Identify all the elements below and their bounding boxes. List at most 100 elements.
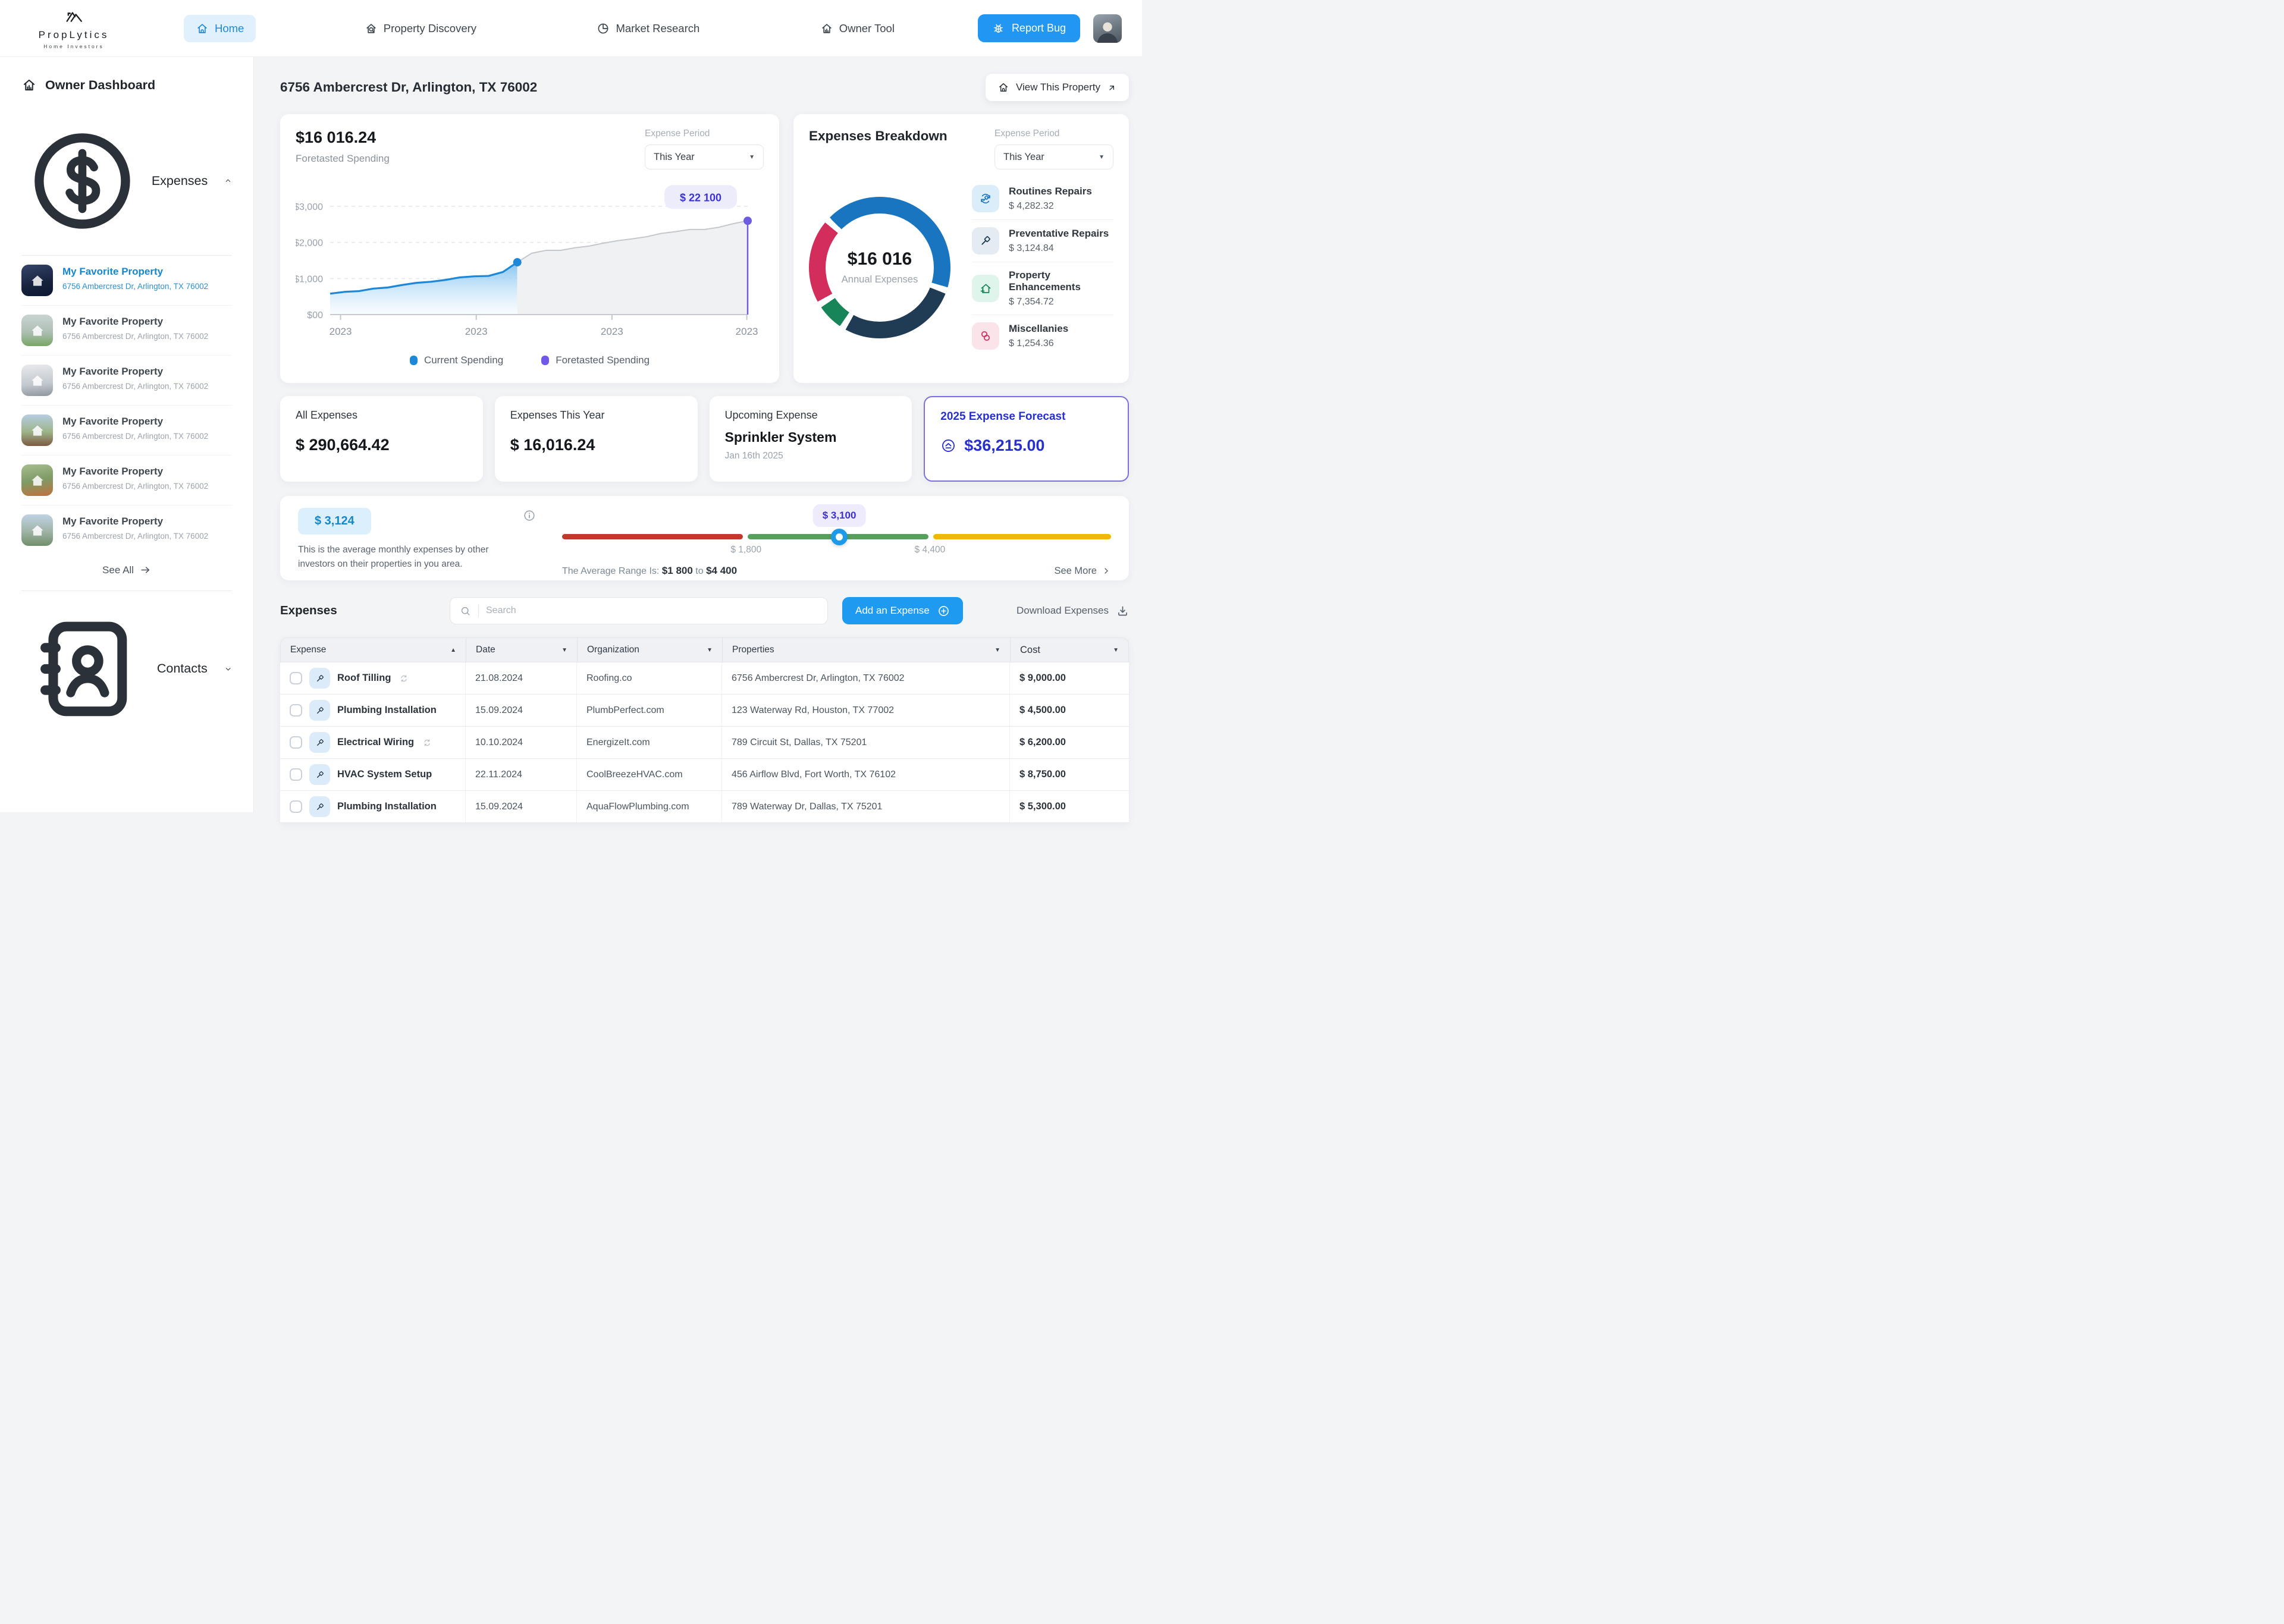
sidebar-section-contacts[interactable]: Contacts xyxy=(21,605,232,733)
range-min-label: $ 1,800 xyxy=(730,545,761,555)
column-header-cost[interactable]: Cost▼ xyxy=(1011,638,1128,662)
nav-owner-tool[interactable]: Owner Tool xyxy=(808,15,906,42)
expense-forecast-card[interactable]: 2025 Expense Forecast $36,215.00 xyxy=(924,396,1129,482)
info-icon[interactable] xyxy=(523,509,536,522)
expenses-donut-chart: $16 016 Annual Expenses xyxy=(809,197,950,338)
legend-current-spending: Current Spending xyxy=(410,354,503,366)
slider-segment xyxy=(933,534,1111,539)
range-slider-handle[interactable] xyxy=(831,529,848,545)
chevron-right-icon xyxy=(1102,566,1111,576)
arrow-right-icon xyxy=(140,564,151,576)
breakdown-item-miscellanies: Miscellanies $ 1,254.36 xyxy=(972,315,1113,357)
sidebar-property-item[interactable]: My Favorite Property 6756 Ambercrest Dr,… xyxy=(21,505,232,555)
download-expenses-button[interactable]: Download Expenses xyxy=(1016,605,1129,617)
svg-text:2023: 2023 xyxy=(601,326,623,337)
search-input[interactable] xyxy=(486,605,818,616)
gavel-icon xyxy=(309,796,330,817)
dropdown-caret-icon: ▼ xyxy=(1099,154,1105,161)
sidebar: Owner Dashboard Expenses My Favorite Pro… xyxy=(0,57,254,812)
nav-home[interactable]: Home xyxy=(184,15,256,42)
table-row[interactable]: HVAC System Setup 22.11.2024 CoolBreezeH… xyxy=(280,759,1129,791)
page-title: 6756 Ambercrest Dr, Arlington, TX 76002 xyxy=(280,80,537,95)
sidebar-section-expenses[interactable]: Expenses xyxy=(21,120,232,242)
property-thumbnail xyxy=(21,514,53,546)
legend-foretasted-spending: Foretasted Spending xyxy=(541,354,650,366)
divider xyxy=(21,590,232,591)
row-checkbox[interactable] xyxy=(290,672,302,684)
house-bars-icon xyxy=(21,77,37,93)
view-property-button[interactable]: View This Property xyxy=(986,74,1129,101)
column-header-date[interactable]: Date▼ xyxy=(466,638,578,662)
sidebar-property-item[interactable]: My Favorite Property 6756 Ambercrest Dr,… xyxy=(21,256,232,306)
gavel-icon xyxy=(972,227,999,255)
upcoming-expense-card: Upcoming Expense Sprinkler System Jan 16… xyxy=(710,396,912,482)
breakdown-title: Expenses Breakdown xyxy=(809,128,948,169)
spending-amount: $16 016.24 xyxy=(296,128,390,147)
sidebar-property-item[interactable]: My Favorite Property 6756 Ambercrest Dr,… xyxy=(21,406,232,456)
house-search-icon xyxy=(365,22,378,35)
table-row[interactable]: Roof Tilling 21.08.2024 Roofing.co 6756 … xyxy=(280,662,1129,695)
expenses-table-section: Expenses Add an Expense Download Expense… xyxy=(280,597,1129,823)
svg-text:$2,000: $2,000 xyxy=(296,238,323,249)
brand-logo[interactable]: PropLytics Home Investors xyxy=(20,8,127,49)
dropdown-caret-icon: ▼ xyxy=(749,154,755,161)
add-expense-button[interactable]: Add an Expense xyxy=(842,597,963,624)
sidebar-owner-dashboard[interactable]: Owner Dashboard xyxy=(21,77,232,93)
sidebar-property-item[interactable]: My Favorite Property 6756 Ambercrest Dr,… xyxy=(21,456,232,505)
house-icon xyxy=(997,81,1009,93)
row-checkbox[interactable] xyxy=(290,736,302,749)
house-bars-icon xyxy=(820,22,833,35)
chart-legend: Current Spending Foretasted Spending xyxy=(296,354,764,366)
table-row[interactable]: Electrical Wiring 10.10.2024 EnergizeIt.… xyxy=(280,727,1129,759)
nav-market-research[interactable]: Market Research xyxy=(585,15,711,42)
property-thumbnail xyxy=(21,414,53,446)
sort-asc-icon: ▲ xyxy=(450,647,456,654)
table-row[interactable]: Plumbing Installation 15.09.2024 AquaFlo… xyxy=(280,791,1129,823)
spending-card: $16 016.24 Foretasted Spending Expense P… xyxy=(280,114,779,383)
chevron-down-icon[interactable] xyxy=(224,662,232,676)
row-checkbox[interactable] xyxy=(290,768,302,781)
brand-tagline: Home Investors xyxy=(43,43,104,49)
recurring-icon xyxy=(399,674,409,683)
property-thumbnail xyxy=(21,265,53,296)
average-amount-badge: $ 3,124 xyxy=(298,508,371,535)
column-header-expense[interactable]: Expense▲ xyxy=(281,638,466,662)
all-expenses-card: All Expenses $ 290,664.42 xyxy=(280,396,483,482)
expense-period-label: Expense Period xyxy=(645,128,764,139)
sort-desc-icon: ▼ xyxy=(707,647,713,654)
svg-text:2023: 2023 xyxy=(465,326,488,337)
property-list: My Favorite Property 6756 Ambercrest Dr,… xyxy=(21,256,232,555)
row-checkbox[interactable] xyxy=(290,704,302,717)
chevron-up-icon[interactable] xyxy=(224,174,232,187)
table-row[interactable]: Plumbing Installation 15.09.2024 PlumbPe… xyxy=(280,695,1129,727)
see-all-link[interactable]: See All xyxy=(21,564,232,576)
breakdown-item-preventative: Preventative Repairs $ 3,124.84 xyxy=(972,220,1113,262)
legend-swatch-purple xyxy=(541,356,549,365)
bug-icon xyxy=(992,22,1005,34)
column-header-properties[interactable]: Properties▼ xyxy=(723,638,1011,662)
gavel-icon xyxy=(309,668,330,689)
see-more-link[interactable]: See More xyxy=(1054,566,1111,577)
report-bug-button[interactable]: Report Bug xyxy=(978,14,1080,42)
column-header-organization[interactable]: Organization▼ xyxy=(578,638,723,662)
nav-property-discovery[interactable]: Property Discovery xyxy=(353,15,488,42)
repair-sync-icon xyxy=(972,185,999,212)
expense-period-select[interactable]: This Year ▼ xyxy=(994,145,1113,169)
gavel-icon xyxy=(309,700,330,721)
row-checkbox[interactable] xyxy=(290,800,302,813)
breakdown-item-enhancements: Property Enhancements $ 7,354.72 xyxy=(972,262,1113,315)
slider-segment xyxy=(562,534,743,539)
svg-text:2023: 2023 xyxy=(736,326,758,337)
average-range-card: $ 3,124 This is the average monthly expe… xyxy=(280,496,1129,580)
home-icon xyxy=(196,22,209,35)
sidebar-property-item[interactable]: My Favorite Property 6756 Ambercrest Dr,… xyxy=(21,356,232,406)
sidebar-property-item[interactable]: My Favorite Property 6756 Ambercrest Dr,… xyxy=(21,306,232,356)
svg-text:$ 22 100: $ 22 100 xyxy=(680,191,721,203)
sort-desc-icon: ▼ xyxy=(1113,647,1119,654)
expense-period-select[interactable]: This Year ▼ xyxy=(645,145,764,169)
dollar-circle-icon xyxy=(21,120,143,242)
search-icon xyxy=(460,605,471,617)
user-avatar[interactable] xyxy=(1093,14,1122,43)
breakdown-item-routines: Routines Repairs $ 4,282.32 xyxy=(972,178,1113,220)
table-heading: Expenses xyxy=(280,604,399,618)
